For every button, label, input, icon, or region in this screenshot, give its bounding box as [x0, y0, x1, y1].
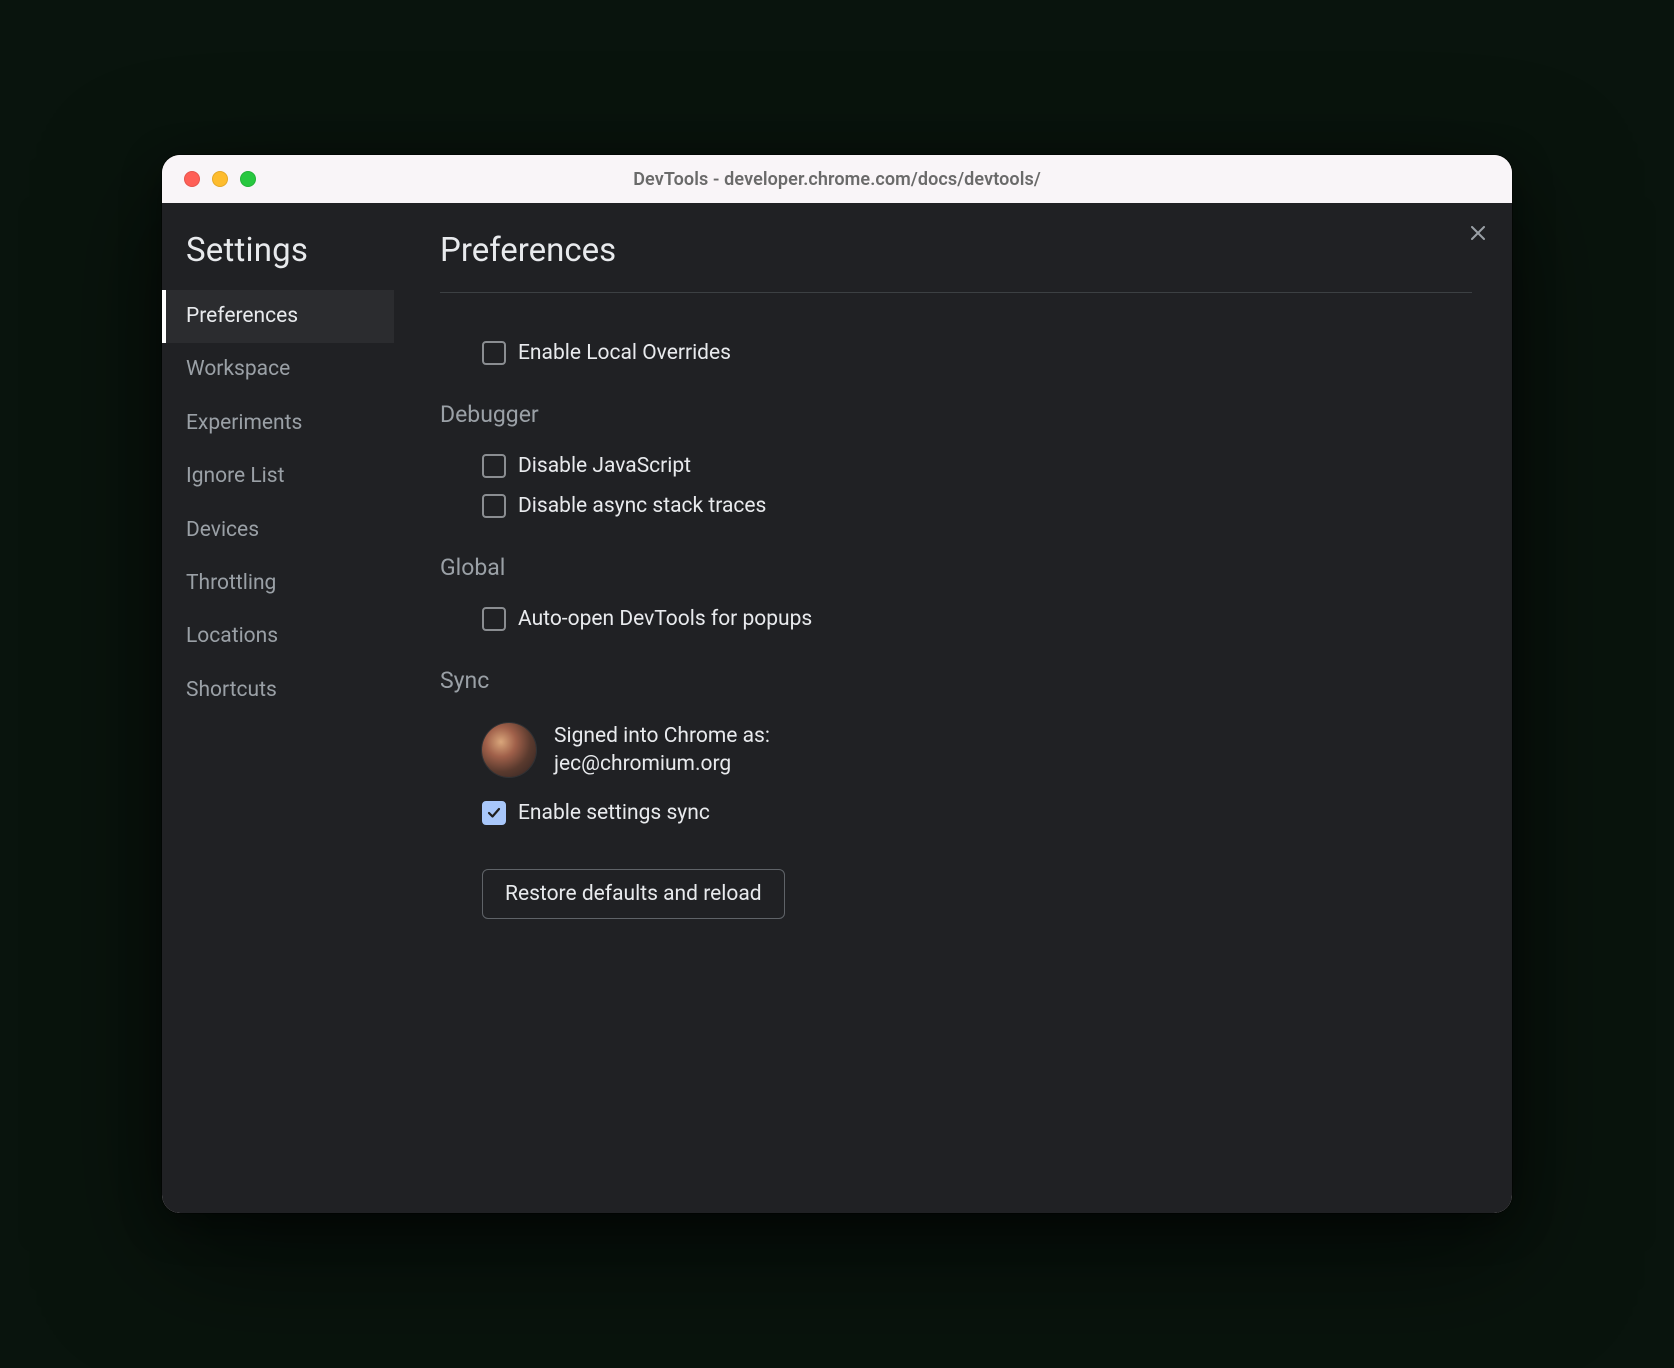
signed-in-email: jec@chromium.org	[554, 750, 770, 778]
setting-enable-settings-sync[interactable]: Enable settings sync	[440, 793, 1424, 833]
window-title: DevTools - developer.chrome.com/docs/dev…	[633, 169, 1041, 190]
avatar	[482, 723, 536, 777]
sidebar-title: Settings	[162, 231, 394, 290]
sync-user-block: Signed into Chrome as: jec@chromium.org	[440, 712, 1424, 793]
sidebar-item-ignore-list[interactable]: Ignore List	[162, 450, 394, 503]
sync-user-text: Signed into Chrome as: jec@chromium.org	[554, 722, 770, 779]
signed-in-label: Signed into Chrome as:	[554, 722, 770, 750]
setting-label: Enable Local Overrides	[518, 341, 731, 365]
setting-label: Disable JavaScript	[518, 454, 691, 478]
setting-label: Enable settings sync	[518, 801, 710, 825]
section-title-sync: Sync	[440, 667, 1424, 694]
main-title: Preferences	[440, 231, 1472, 270]
sidebar-item-locations[interactable]: Locations	[162, 610, 394, 663]
sidebar-item-preferences[interactable]: Preferences	[162, 290, 394, 343]
zoom-window-icon[interactable]	[240, 171, 256, 187]
sidebar-item-label: Experiments	[186, 411, 302, 435]
sidebar-item-label: Throttling	[186, 571, 276, 595]
devtools-window: DevTools - developer.chrome.com/docs/dev…	[162, 155, 1512, 1213]
sidebar-nav-list: Preferences Workspace Experiments Ignore…	[162, 290, 394, 717]
setting-disable-async-stack-traces[interactable]: Disable async stack traces	[440, 486, 1424, 526]
window-titlebar: DevTools - developer.chrome.com/docs/dev…	[162, 155, 1512, 203]
checkbox-icon[interactable]	[482, 341, 506, 365]
setting-label: Disable async stack traces	[518, 494, 766, 518]
close-window-icon[interactable]	[184, 171, 200, 187]
sidebar-item-label: Shortcuts	[186, 678, 277, 702]
sidebar-item-devices[interactable]: Devices	[162, 504, 394, 557]
sidebar-item-experiments[interactable]: Experiments	[162, 397, 394, 450]
checkbox-icon[interactable]	[482, 494, 506, 518]
minimize-window-icon[interactable]	[212, 171, 228, 187]
settings-main: Preferences Enable Local Overrides Debug…	[394, 203, 1512, 1213]
sidebar-item-shortcuts[interactable]: Shortcuts	[162, 664, 394, 717]
sidebar-item-label: Locations	[186, 624, 278, 648]
sidebar-item-throttling[interactable]: Throttling	[162, 557, 394, 610]
sidebar-item-label: Preferences	[186, 304, 298, 328]
sidebar-item-label: Ignore List	[186, 464, 284, 488]
window-traffic-lights	[162, 171, 256, 187]
preferences-scroll-area[interactable]: Enable Local Overrides Debugger Disable …	[440, 292, 1472, 1213]
sidebar-item-label: Devices	[186, 518, 259, 542]
section-title-debugger: Debugger	[440, 401, 1424, 428]
setting-disable-javascript[interactable]: Disable JavaScript	[440, 446, 1424, 486]
sidebar-item-workspace[interactable]: Workspace	[162, 343, 394, 396]
section-title-global: Global	[440, 554, 1424, 581]
setting-enable-local-overrides[interactable]: Enable Local Overrides	[440, 333, 1424, 373]
checkbox-icon[interactable]	[482, 801, 506, 825]
preferences-content: Enable Local Overrides Debugger Disable …	[440, 293, 1424, 949]
checkbox-icon[interactable]	[482, 454, 506, 478]
sidebar-item-label: Workspace	[186, 357, 290, 381]
settings-sidebar: Settings Preferences Workspace Experimen…	[162, 203, 394, 1213]
devtools-settings-pane: Settings Preferences Workspace Experimen…	[162, 203, 1512, 1213]
checkbox-icon[interactable]	[482, 607, 506, 631]
setting-auto-open-devtools-popups[interactable]: Auto-open DevTools for popups	[440, 599, 1424, 639]
restore-defaults-button[interactable]: Restore defaults and reload	[482, 869, 785, 919]
setting-label: Auto-open DevTools for popups	[518, 607, 812, 631]
